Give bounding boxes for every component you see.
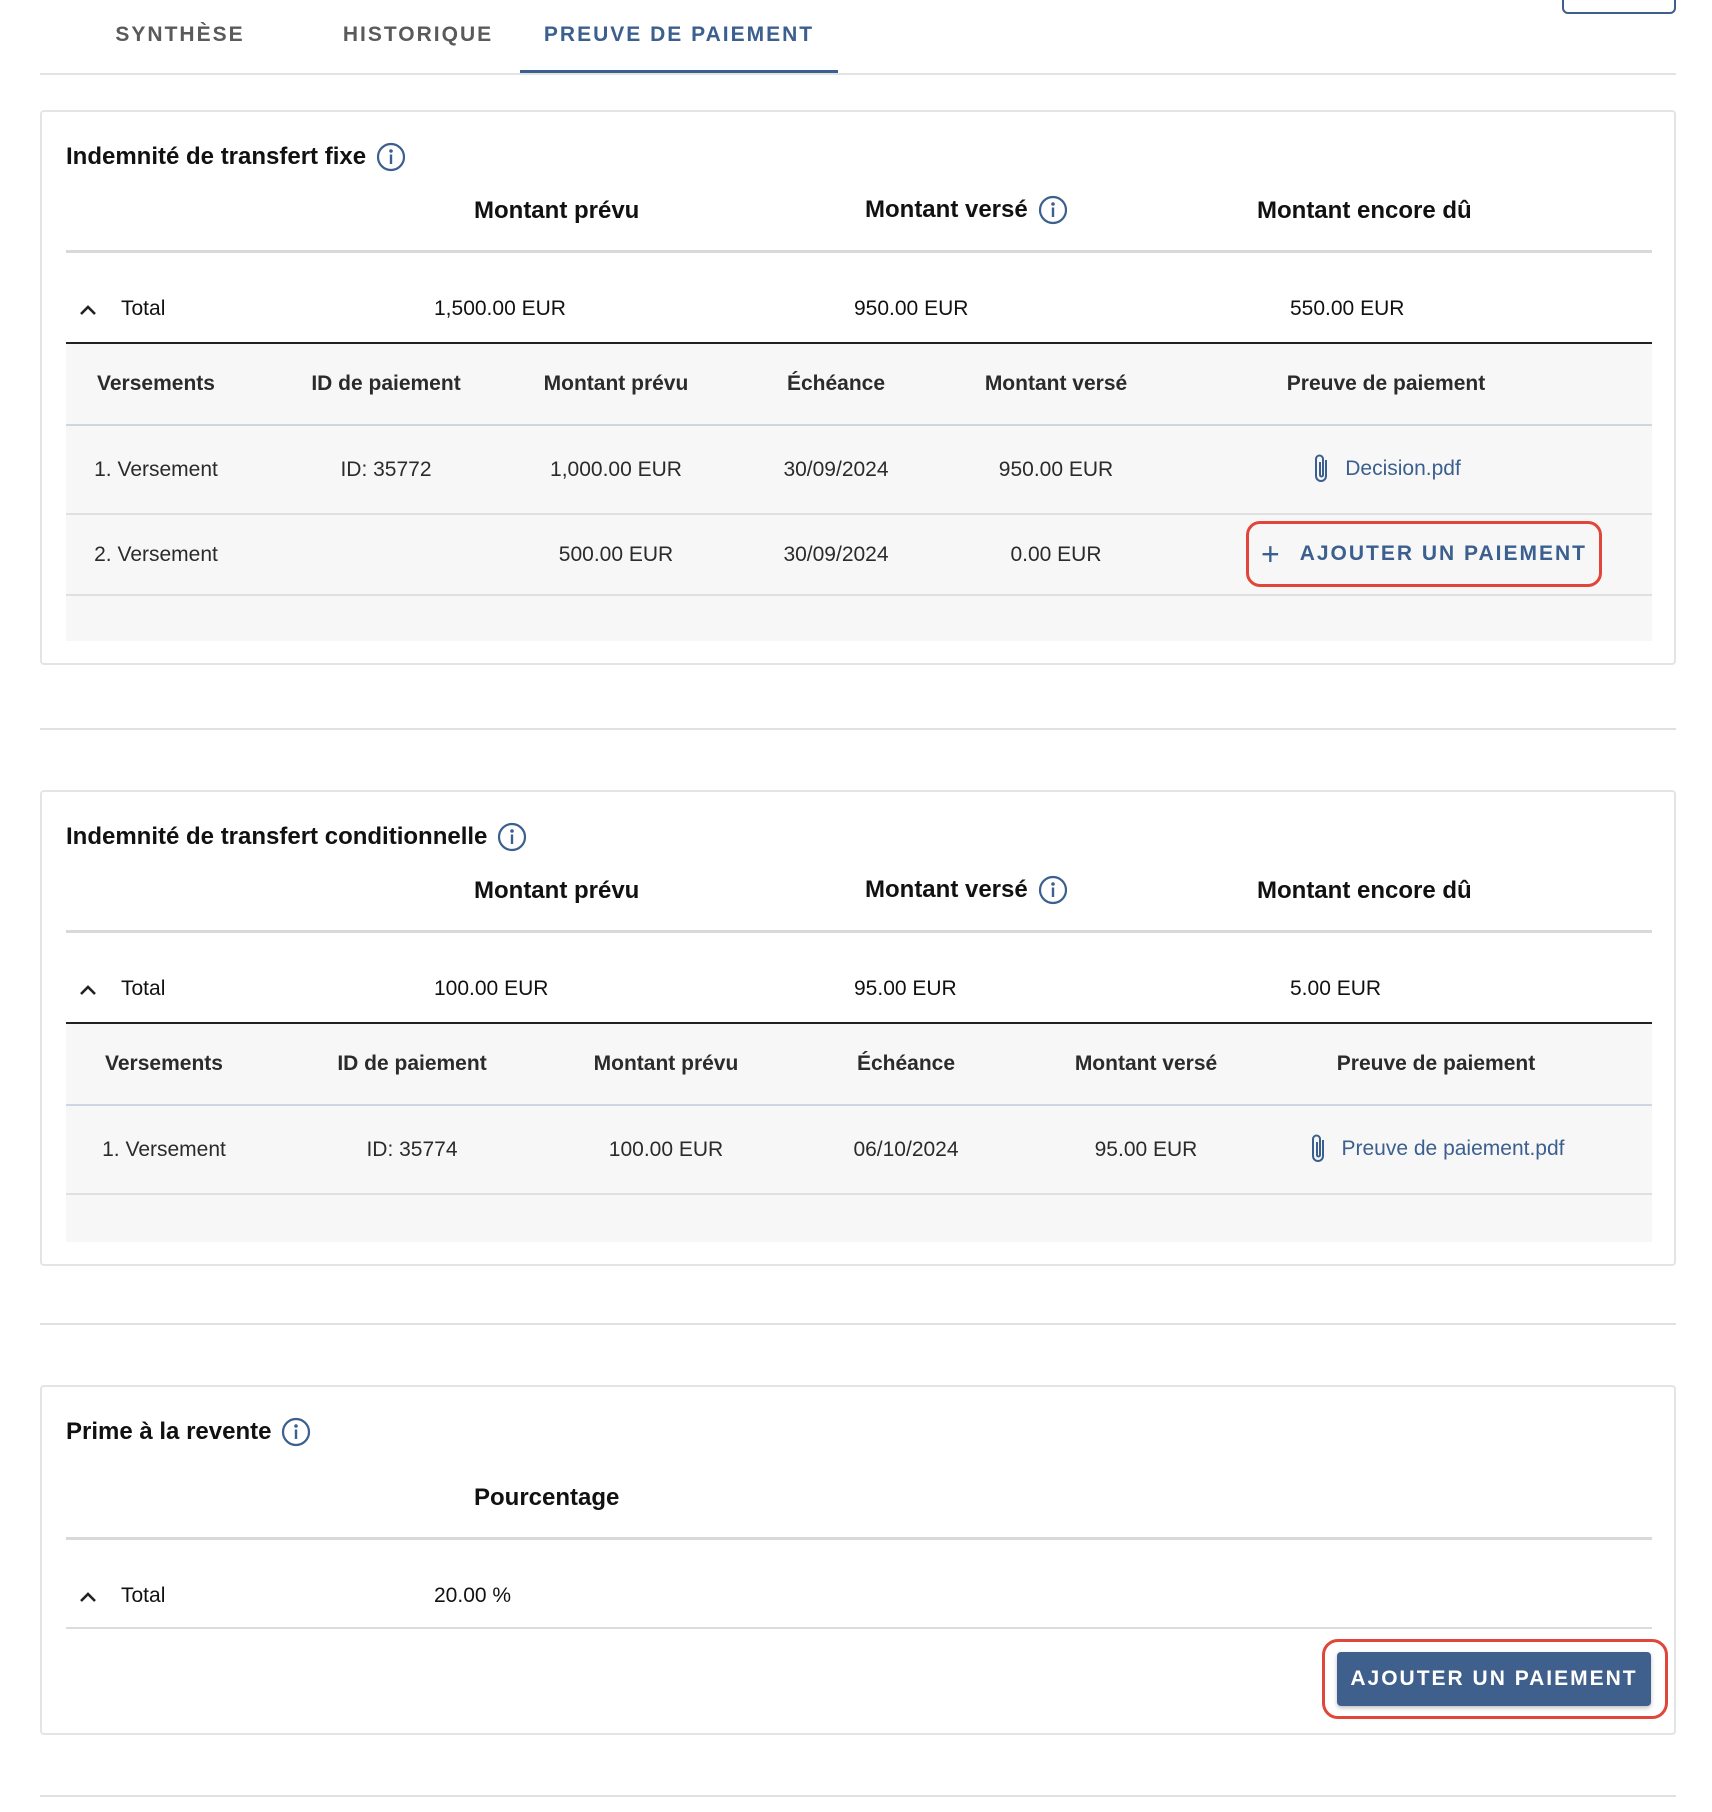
header-planned: Montant prévu xyxy=(474,877,640,904)
divider xyxy=(66,1537,1652,1540)
cell-date: 30/09/2024 xyxy=(783,458,889,481)
add-payment-label: AJOUTER UN PAIEMENT xyxy=(1299,542,1587,565)
divider xyxy=(66,250,1652,253)
tab-preuve-de-paiement[interactable]: PREUVE DE PAIEMENT xyxy=(520,0,838,73)
file-link-preuve[interactable]: Preuve de paiement.pdf xyxy=(1308,1132,1565,1166)
info-icon[interactable] xyxy=(497,822,527,852)
card-title: Indemnité de transfert conditionnelle xyxy=(66,822,527,852)
cell-paid: 950.00 EUR xyxy=(998,458,1114,481)
col-header: Échéance xyxy=(856,1052,956,1075)
paperclip-icon xyxy=(1315,454,1328,482)
info-icon[interactable] xyxy=(376,142,406,172)
table-row: 2. Versement 500.00 EUR 30/09/2024 0.00 … xyxy=(66,515,1652,596)
col-header: Preuve de paiement xyxy=(1286,372,1486,395)
cell-paid: 0.00 EUR xyxy=(1010,543,1102,566)
tab-bar: SYNTHÈSE HISTORIQUE PREUVE DE PAIEMENT xyxy=(40,0,1676,75)
header-due: Montant encore dû xyxy=(1257,197,1472,224)
info-icon[interactable] xyxy=(281,1417,311,1447)
total-row[interactable]: Total 20.00 % xyxy=(66,1567,1652,1627)
total-percentage: 20.00 % xyxy=(434,1584,512,1607)
table-header: Versements ID de paiement Montant prévu … xyxy=(66,1024,1652,1106)
tab-historique[interactable]: HISTORIQUE xyxy=(318,0,518,73)
col-header: ID de paiement xyxy=(337,1052,487,1075)
header-paid: Montant versé xyxy=(865,195,1068,225)
file-name: Preuve de paiement.pdf xyxy=(1341,1137,1565,1160)
section-divider xyxy=(40,1795,1676,1797)
cell-planned: 100.00 EUR xyxy=(608,1138,724,1161)
col-header: Montant versé xyxy=(984,372,1128,395)
card-title: Prime à la revente xyxy=(66,1417,311,1447)
chevron-up-icon[interactable] xyxy=(76,1585,100,1609)
plus-icon: + xyxy=(1261,536,1282,572)
col-header: Montant prévu xyxy=(543,372,689,395)
cell-proof: Preuve de paiement.pdf xyxy=(1286,1132,1586,1172)
total-planned: 100.00 EUR xyxy=(434,977,549,1000)
total-due: 550.00 EUR xyxy=(1290,297,1405,320)
col-header: Versements xyxy=(105,1052,223,1075)
header-paid-label: Montant versé xyxy=(865,876,1028,903)
cell-id: ID: 35774 xyxy=(366,1138,458,1161)
installments-table: Versements ID de paiement Montant prévu … xyxy=(66,1024,1652,1242)
file-link-decision[interactable]: Decision.pdf xyxy=(1311,452,1461,486)
header-paid-label: Montant versé xyxy=(865,196,1028,223)
total-label: Total xyxy=(121,1584,166,1607)
cell-paid: 95.00 EUR xyxy=(1094,1138,1198,1161)
col-header: Montant prévu xyxy=(593,1052,739,1075)
header-due: Montant encore dû xyxy=(1257,877,1472,904)
header-paid: Montant versé xyxy=(865,875,1068,905)
file-name: Decision.pdf xyxy=(1345,457,1461,480)
section-divider xyxy=(40,1323,1676,1325)
card-resale-bonus: Prime à la revente Pourcentage Total 20.… xyxy=(40,1385,1676,1735)
installments-table: Versements ID de paiement Montant prévu … xyxy=(66,344,1652,641)
fixed-title: Indemnité de transfert fixe xyxy=(66,143,367,170)
divider xyxy=(66,1627,1652,1629)
divider xyxy=(66,930,1652,933)
table-row: 1. Versement ID: 35772 1,000.00 EUR 30/0… xyxy=(66,426,1652,515)
total-due: 5.00 EUR xyxy=(1290,977,1382,1000)
total-row[interactable]: Total 1,500.00 EUR 950.00 EUR 550.00 EUR xyxy=(66,280,1652,340)
tab-synthese[interactable]: SYNTHÈSE xyxy=(90,0,270,73)
cell-planned: 500.00 EUR xyxy=(558,543,674,566)
info-icon[interactable] xyxy=(1038,875,1068,905)
cell-name: 1. Versement xyxy=(102,1138,226,1161)
col-header: Preuve de paiement xyxy=(1336,1052,1536,1075)
col-header: ID de paiement xyxy=(311,372,461,395)
header-percentage: Pourcentage xyxy=(474,1484,620,1511)
cell-id: ID: 35772 xyxy=(340,458,432,481)
total-paid: 95.00 EUR xyxy=(854,977,957,1000)
col-header: Montant versé xyxy=(1074,1052,1218,1075)
card-conditional-transfer-fee: Indemnité de transfert conditionnelle Mo… xyxy=(40,790,1676,1266)
cell-proof: Decision.pdf xyxy=(1246,452,1526,492)
col-header: Échéance xyxy=(786,372,886,395)
cell-date: 30/09/2024 xyxy=(783,543,889,566)
paperclip-icon xyxy=(1311,1134,1324,1162)
cell-planned: 1,000.00 EUR xyxy=(550,458,682,481)
add-payment-button[interactable]: AJOUTER UN PAIEMENT xyxy=(1337,1652,1651,1706)
cell-date: 06/10/2024 xyxy=(853,1138,959,1161)
total-label: Total xyxy=(121,977,166,1000)
chevron-up-icon[interactable] xyxy=(76,978,100,1002)
total-row[interactable]: Total 100.00 EUR 95.00 EUR 5.00 EUR xyxy=(66,960,1652,1020)
total-label: Total xyxy=(121,297,166,320)
table-header: Versements ID de paiement Montant prévu … xyxy=(66,344,1652,426)
table-row: 1. Versement ID: 35774 100.00 EUR 06/10/… xyxy=(66,1106,1652,1195)
info-icon[interactable] xyxy=(1038,195,1068,225)
card-fixed-transfer-fee: Indemnité de transfert fixe Montant prév… xyxy=(40,110,1676,665)
add-payment-button[interactable]: + AJOUTER UN PAIEMENT xyxy=(1256,523,1592,585)
resale-title: Prime à la revente xyxy=(66,1418,272,1445)
card-title: Indemnité de transfert fixe xyxy=(66,142,406,172)
section-divider xyxy=(40,728,1676,730)
header-planned: Montant prévu xyxy=(474,197,640,224)
cell-name: 2. Versement xyxy=(94,543,218,566)
total-paid: 950.00 EUR xyxy=(854,297,969,320)
total-planned: 1,500.00 EUR xyxy=(434,297,566,320)
cell-name: 1. Versement xyxy=(94,458,218,481)
conditional-title: Indemnité de transfert conditionnelle xyxy=(66,823,488,850)
chevron-up-icon[interactable] xyxy=(76,298,100,322)
col-header: Versements xyxy=(97,372,215,395)
